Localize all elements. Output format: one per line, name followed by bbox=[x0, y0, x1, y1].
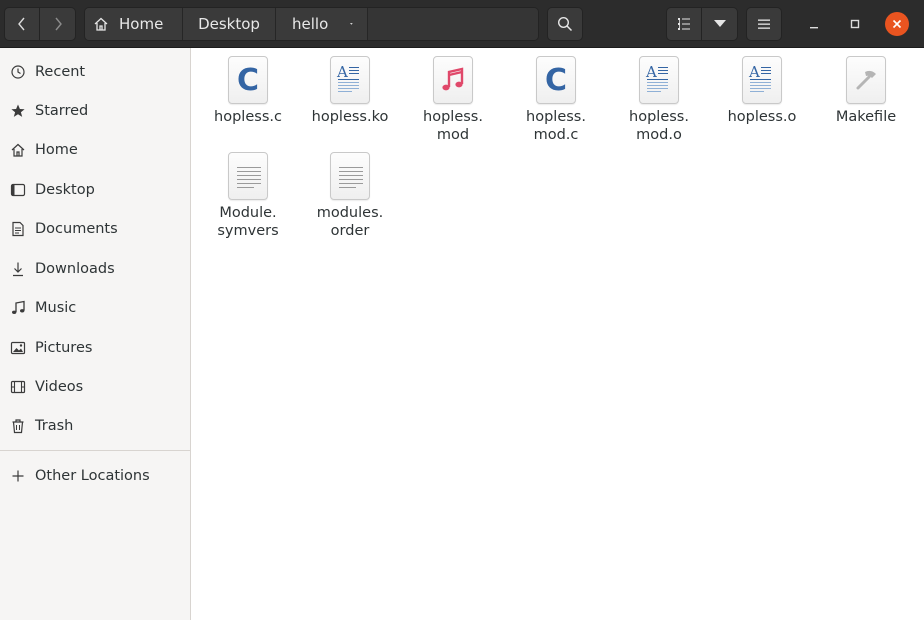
text-document-icon: A bbox=[330, 56, 370, 104]
plain-text-file-icon bbox=[330, 152, 370, 200]
list-view-icon bbox=[678, 18, 690, 30]
sidebar-item-starred[interactable]: Starred bbox=[0, 93, 190, 129]
sidebar-item-label: Pictures bbox=[35, 340, 93, 356]
file-grid: C hopless.c A hopless.ko hopless. mod C h… bbox=[192, 48, 924, 620]
file-name: hopless. mod.o bbox=[629, 109, 689, 143]
home-icon bbox=[94, 17, 108, 31]
recent-icon bbox=[10, 64, 26, 80]
menu-button[interactable] bbox=[746, 7, 782, 41]
close-button[interactable] bbox=[885, 12, 909, 36]
list-view-button[interactable] bbox=[666, 7, 702, 41]
back-button[interactable] bbox=[4, 7, 40, 41]
maximize-button[interactable] bbox=[843, 12, 867, 36]
minimize-icon bbox=[810, 27, 818, 29]
view-options-button[interactable] bbox=[701, 7, 738, 41]
plain-text-file-icon bbox=[228, 152, 268, 200]
sidebar-item-home[interactable]: Home bbox=[0, 132, 190, 168]
star-icon bbox=[10, 103, 26, 119]
sidebar-item-label: Trash bbox=[35, 418, 74, 434]
breadcrumb: Home Desktop hello bbox=[84, 7, 539, 41]
search-button[interactable] bbox=[547, 7, 583, 41]
sidebar-item-trash[interactable]: Trash bbox=[0, 408, 190, 444]
sidebar-item-desktop[interactable]: Desktop bbox=[0, 172, 190, 208]
text-document-icon: A bbox=[742, 56, 782, 104]
trash-icon bbox=[10, 418, 26, 434]
minimize-button[interactable] bbox=[802, 12, 826, 36]
text-document-icon: A bbox=[639, 56, 679, 104]
home-icon bbox=[10, 142, 26, 158]
maximize-icon bbox=[850, 19, 860, 29]
file-item[interactable]: A hopless.o bbox=[710, 56, 814, 126]
sidebar-item-label: Other Locations bbox=[35, 468, 150, 484]
pictures-icon bbox=[10, 340, 26, 356]
sidebar-item-other-locations[interactable]: Other Locations bbox=[0, 458, 190, 494]
makefile-icon bbox=[846, 56, 886, 104]
c-source-file-icon: C bbox=[228, 56, 268, 104]
file-name: hopless. mod.c bbox=[526, 109, 586, 143]
sidebar-item-videos[interactable]: Videos bbox=[0, 369, 190, 405]
breadcrumb-filler bbox=[368, 8, 538, 40]
file-name: Module. symvers bbox=[217, 205, 279, 239]
file-item[interactable]: hopless. mod bbox=[401, 56, 505, 144]
chevron-right-icon bbox=[54, 17, 62, 31]
breadcrumb-desktop-label: Desktop bbox=[198, 15, 260, 33]
svg-text:A: A bbox=[748, 63, 760, 81]
chevron-left-icon bbox=[18, 17, 25, 31]
file-name: modules. order bbox=[316, 205, 384, 239]
sidebar-item-label: Documents bbox=[35, 221, 118, 237]
sidebar-item-label: Home bbox=[35, 142, 78, 158]
dropdown-arrow-icon[interactable] bbox=[350, 20, 353, 28]
search-icon bbox=[557, 16, 573, 32]
chevron-down-icon bbox=[713, 20, 726, 27]
breadcrumb-home[interactable]: Home bbox=[85, 8, 183, 40]
file-name: Makefile bbox=[835, 109, 897, 125]
breadcrumb-desktop[interactable]: Desktop bbox=[183, 8, 276, 40]
file-name: hopless.c bbox=[214, 109, 282, 125]
header-bar: Home Desktop hello bbox=[0, 0, 924, 48]
file-item[interactable]: A hopless.ko bbox=[298, 56, 402, 126]
hamburger-menu-icon bbox=[758, 19, 770, 29]
svg-text:A: A bbox=[645, 63, 657, 81]
sidebar-item-pictures[interactable]: Pictures bbox=[0, 330, 190, 366]
file-name: hopless.ko bbox=[311, 109, 389, 125]
sidebar-item-label: Videos bbox=[35, 379, 84, 395]
breadcrumb-hello-label: hello bbox=[292, 15, 329, 33]
sidebar-item-label: Desktop bbox=[35, 182, 95, 198]
sidebar-item-label: Recent bbox=[35, 64, 86, 80]
file-item[interactable]: C hopless. mod.c bbox=[504, 56, 608, 144]
audio-file-icon bbox=[433, 56, 473, 104]
sidebar-item-music[interactable]: Music bbox=[0, 290, 190, 326]
breadcrumb-hello[interactable]: hello bbox=[276, 8, 368, 40]
c-source-file-icon: C bbox=[536, 56, 576, 104]
sidebar-divider bbox=[0, 450, 190, 451]
music-icon bbox=[10, 300, 26, 316]
breadcrumb-home-label: Home bbox=[119, 15, 164, 33]
file-item[interactable]: Makefile bbox=[814, 56, 918, 126]
sidebar-item-documents[interactable]: Documents bbox=[0, 211, 190, 247]
sidebar-item-label: Music bbox=[35, 300, 77, 316]
downloads-icon bbox=[10, 261, 26, 277]
sidebar-item-downloads[interactable]: Downloads bbox=[0, 251, 190, 287]
svg-text:A: A bbox=[336, 63, 348, 81]
sidebar-item-label: Downloads bbox=[35, 261, 115, 277]
file-item[interactable]: C hopless.c bbox=[196, 56, 300, 126]
sidebar-item-recent[interactable]: Recent bbox=[0, 54, 190, 90]
sidebar: Recent Starred Home Desktop Documents Do… bbox=[0, 48, 191, 620]
sidebar-item-label: Starred bbox=[35, 103, 89, 119]
file-name: hopless. mod bbox=[423, 109, 483, 143]
close-icon bbox=[892, 19, 902, 29]
file-item[interactable]: modules. order bbox=[298, 152, 402, 240]
file-item[interactable]: A hopless. mod.o bbox=[607, 56, 711, 144]
desktop-icon bbox=[10, 182, 26, 198]
file-item[interactable]: Module. symvers bbox=[196, 152, 300, 240]
plus-icon bbox=[10, 468, 26, 484]
file-name: hopless.o bbox=[727, 109, 797, 125]
videos-icon bbox=[10, 379, 26, 395]
documents-icon bbox=[10, 221, 26, 237]
forward-button[interactable] bbox=[39, 7, 76, 41]
